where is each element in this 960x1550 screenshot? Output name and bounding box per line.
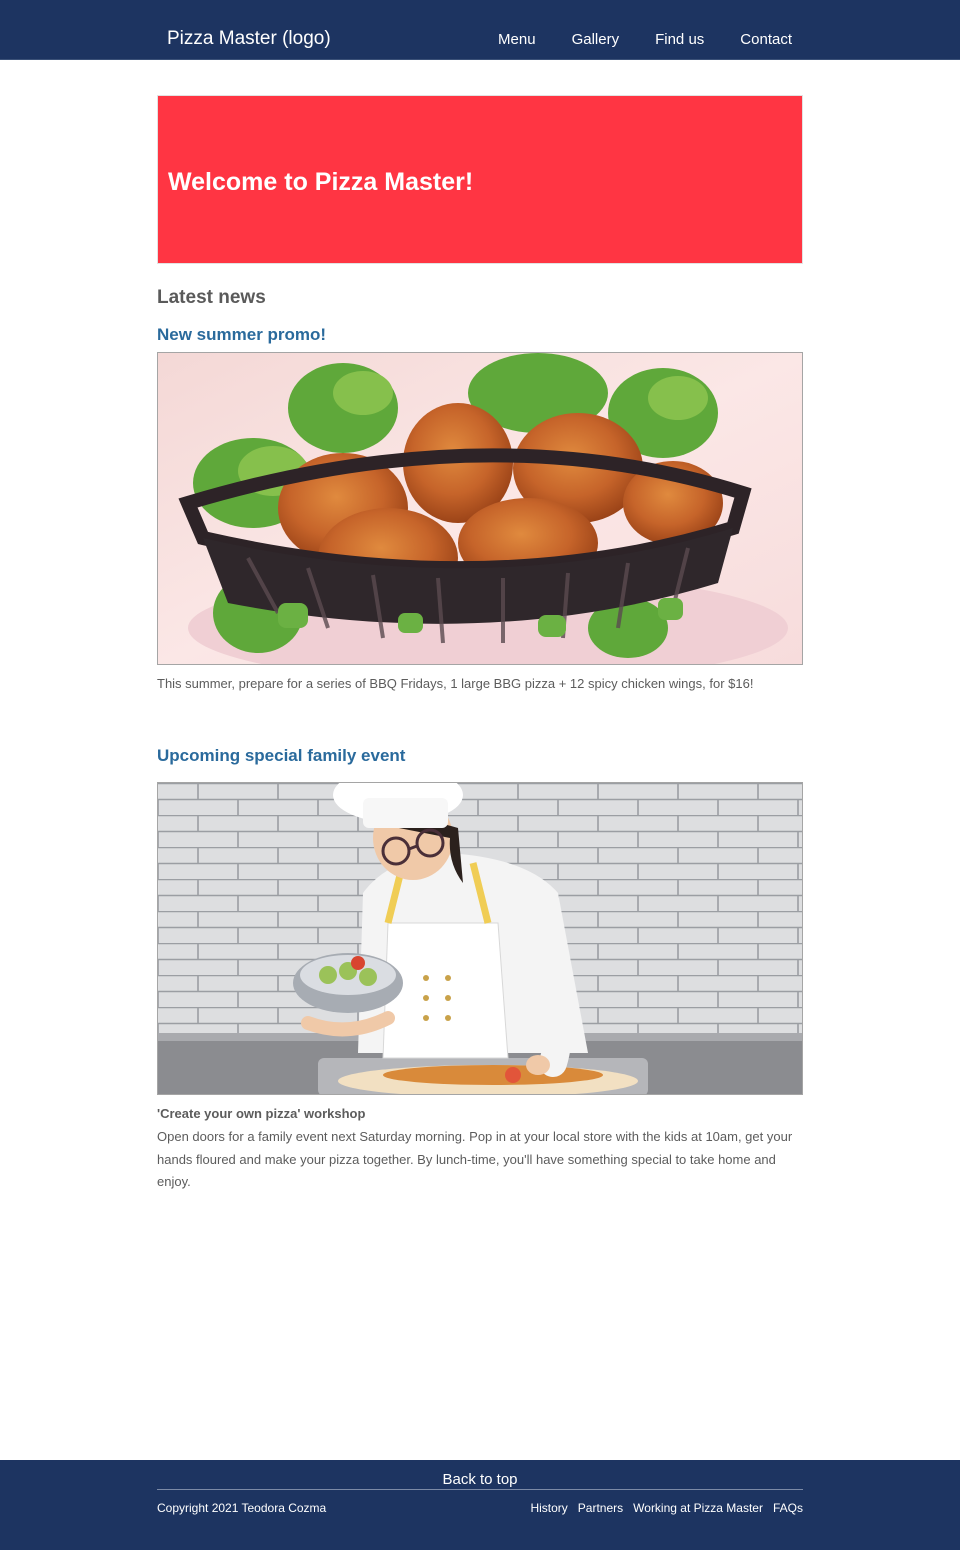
back-to-top-link[interactable]: Back to top [157, 1470, 803, 1490]
footer-history-link[interactable]: History [530, 1500, 567, 1516]
hero-banner: Welcome to Pizza Master! [157, 95, 803, 264]
hero-title: Welcome to Pizza Master! [168, 168, 474, 196]
latest-news-heading: Latest news [157, 287, 266, 308]
nav-gallery-link[interactable]: Gallery [572, 30, 620, 50]
fried-chicken-basket-image [157, 352, 803, 665]
footer-divider [157, 1489, 803, 1490]
nav-menu-link[interactable]: Menu [498, 30, 536, 50]
summer-promo-text: This summer, prepare for a series of BBQ… [157, 676, 754, 691]
workshop-subtitle: 'Create your own pizza' workshop [157, 1106, 366, 1121]
summer-promo-title[interactable]: New summer promo! [157, 324, 326, 346]
site-logo[interactable]: Pizza Master (logo) [167, 26, 331, 52]
footer-partners-link[interactable]: Partners [578, 1500, 623, 1516]
footer-faqs-link[interactable]: FAQs [773, 1500, 803, 1516]
footer-careers-link[interactable]: Working at Pizza Master [633, 1500, 763, 1516]
nav-contact-link[interactable]: Contact [740, 30, 792, 50]
nav-find-us-link[interactable]: Find us [655, 30, 704, 50]
copyright-text: Copyright 2021 Teodora Cozma [157, 1501, 327, 1515]
site-header: Pizza Master (logo) Menu Gallery Find us… [0, 0, 960, 60]
family-event-text: Open doors for a family event next Satur… [157, 1129, 793, 1189]
child-chef-image [157, 782, 803, 1095]
main-nav: Menu Gallery Find us Contact [498, 30, 792, 50]
family-event-title[interactable]: Upcoming special family event [157, 745, 405, 767]
footer-nav: History Partners Working at Pizza Master… [530, 1500, 803, 1516]
